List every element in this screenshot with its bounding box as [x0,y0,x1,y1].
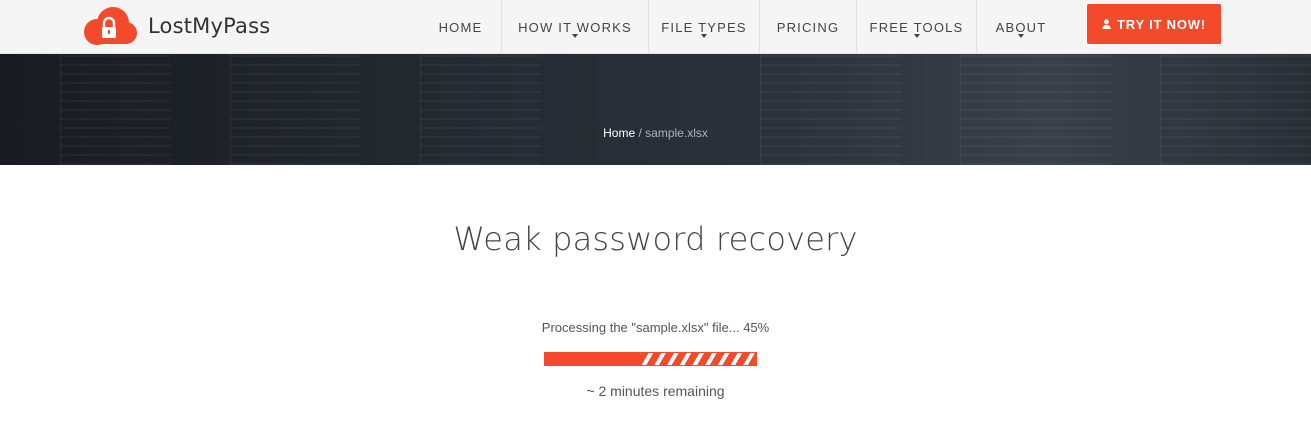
breadcrumb: Home / sample.xlsx [0,126,1311,140]
server-rack-decoration [1160,54,1311,165]
server-rack-decoration [420,54,541,165]
caret-down-icon [913,34,920,38]
breadcrumb-home-link[interactable]: Home [603,126,635,140]
logo[interactable]: LostMyPass [80,6,270,46]
progress-bar-fill [545,353,640,365]
try-it-now-button[interactable]: TRY IT NOW! [1087,4,1221,44]
time-remaining: ~ 2 minutes remaining [586,383,725,399]
main-nav: HOME HOW IT WORKS FILE TYPES PRICING FRE… [420,0,1065,54]
hero-banner: Home / sample.xlsx [0,54,1311,165]
nav-how-it-works[interactable]: HOW IT WORKS [502,0,649,54]
nav-about-label: ABOUT [995,19,1047,35]
nav-how-it-works-label: HOW IT WORKS [518,19,632,35]
nav-home-label: HOME [438,19,483,35]
nav-pricing-label: PRICING [776,19,840,35]
server-rack-decoration [230,54,361,165]
page-title: Weak password recovery [453,220,858,258]
breadcrumb-current: sample.xlsx [645,126,708,140]
server-rack-decoration [60,54,171,165]
nav-free-tools-label: FREE TOOLS [869,19,964,35]
user-icon [1102,17,1111,32]
nav-pricing[interactable]: PRICING [760,0,857,54]
server-rack-decoration [760,54,901,165]
nav-free-tools[interactable]: FREE TOOLS [857,0,977,54]
processing-status: Processing the "sample.xlsx" file... 45% [541,320,770,335]
site-header: LostMyPass HOME HOW IT WORKS FILE TYPES … [0,0,1311,54]
progress-bar [544,352,757,366]
caret-down-icon [701,34,707,38]
nav-about[interactable]: ABOUT [977,0,1065,54]
try-it-now-label: TRY IT NOW! [1117,16,1206,32]
caret-down-icon [572,34,578,38]
server-rack-decoration [960,54,1111,165]
nav-home[interactable]: HOME [420,0,502,54]
caret-down-icon [1018,34,1024,38]
nav-file-types[interactable]: FILE TYPES [649,0,760,54]
brand-name: LostMyPass [148,14,271,38]
nav-file-types-label: FILE TYPES [661,19,747,35]
cloud-lock-icon [80,6,138,46]
